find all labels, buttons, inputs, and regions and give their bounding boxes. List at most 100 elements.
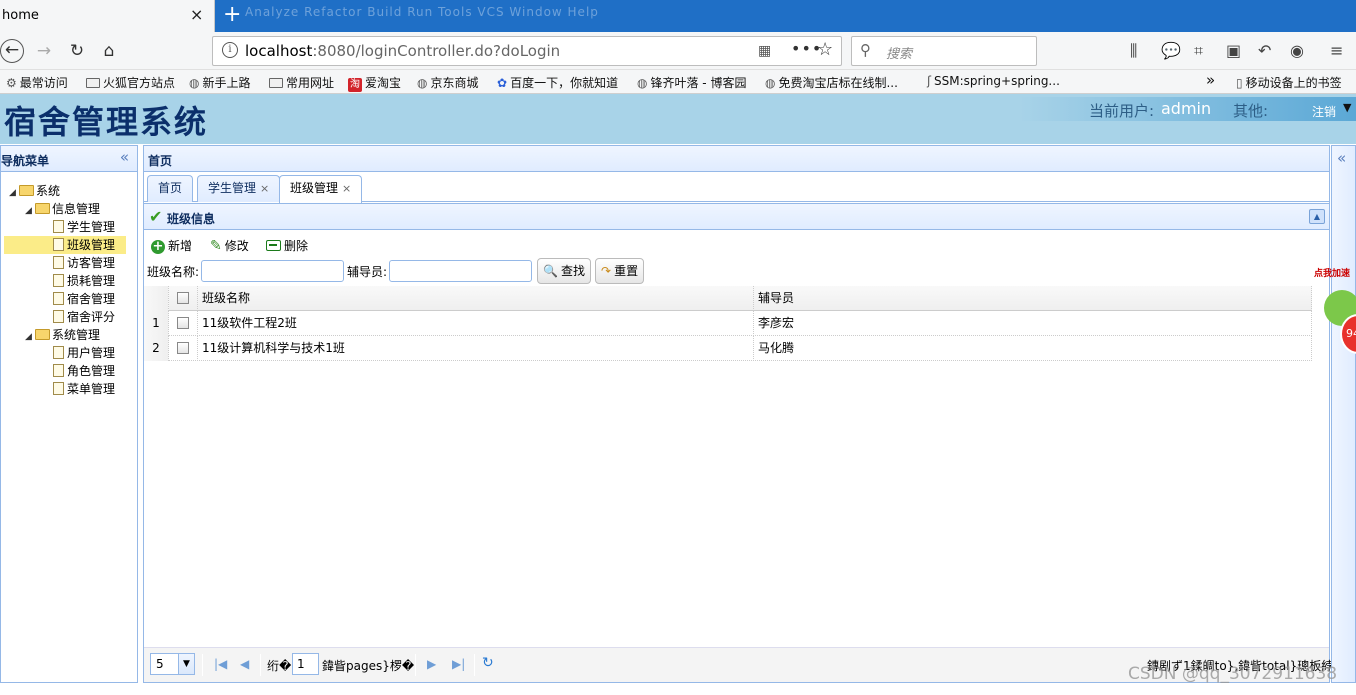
- column-counselor[interactable]: 辅导员: [754, 286, 1312, 311]
- browser-tab-home[interactable]: home ×: [0, 0, 215, 32]
- home-icon[interactable]: ⌂: [96, 38, 122, 64]
- expand-toggle-icon[interactable]: ◢: [9, 184, 19, 202]
- undo-icon[interactable]: ↶: [1258, 41, 1271, 60]
- search-button[interactable]: 🔍 查找: [537, 258, 591, 284]
- speedup-label: 点我加速: [1314, 269, 1351, 279]
- row-checkbox[interactable]: [169, 311, 198, 336]
- expand-toggle-icon[interactable]: ◢: [25, 328, 35, 346]
- tab-home[interactable]: 首页: [147, 175, 194, 202]
- bookmark-most-visited[interactable]: ⚙ 最常访问: [6, 74, 68, 91]
- cell-counselor: 马化腾: [754, 336, 1312, 361]
- close-icon[interactable]: ×: [260, 182, 269, 195]
- more-bookmarks-icon[interactable]: »: [1206, 71, 1215, 89]
- table-row[interactable]: 2 11级计算机科学与技术1班 马化腾: [144, 336, 1312, 361]
- bookmark-taobao[interactable]: 淘爱淘宝: [348, 74, 401, 92]
- page-size-select[interactable]: 5 ▼: [150, 653, 195, 675]
- tree-node-folder[interactable]: ◢ 系统管理: [25, 326, 100, 344]
- tree-node-item[interactable]: 宿舍评分: [53, 308, 115, 326]
- column-class-name[interactable]: 班级名称: [198, 286, 754, 311]
- right-collapsed-panel[interactable]: «: [1331, 145, 1356, 683]
- collapse-left-icon[interactable]: «: [120, 148, 129, 166]
- delete-button[interactable]: 删除: [266, 237, 308, 254]
- caret-down-icon[interactable]: ▼: [178, 654, 194, 674]
- row-checkbox[interactable]: [169, 336, 198, 361]
- pager-separator: [474, 654, 475, 676]
- reset-button[interactable]: ↷ 重置: [595, 258, 645, 284]
- library-icon[interactable]: ⫼: [1130, 41, 1137, 61]
- prev-page-icon[interactable]: ◀: [240, 657, 249, 671]
- first-page-icon[interactable]: |◀: [214, 657, 227, 671]
- bookmark-shop-logo[interactable]: ◍ 免费淘宝店标在线制...: [765, 74, 898, 91]
- file-icon: [53, 238, 64, 251]
- tree-node-item[interactable]: 班级管理: [4, 236, 126, 254]
- folder-icon: [269, 78, 283, 88]
- bookmark-cnblogs[interactable]: ◍ 锋齐叶落 - 博客园: [637, 74, 746, 91]
- reload-icon[interactable]: ↻: [64, 38, 90, 64]
- page-suffix-text: 鍏眥pages}椤�: [322, 659, 415, 673]
- last-page-icon[interactable]: ▶|: [452, 657, 465, 671]
- url-bar[interactable]: i localhost:8080/loginController.do?doLo…: [212, 36, 842, 66]
- bookmark-getting-started[interactable]: ◍ 新手上路: [189, 74, 251, 91]
- bookmarks-bar: ⚙ 最常访问 火狐官方站点 ◍ 新手上路 常用网址 淘爱淘宝 ◍ 京东商城 ✿ 百度一下…: [0, 70, 1356, 94]
- tree-node-item[interactable]: 宿舍管理: [53, 290, 115, 308]
- close-icon[interactable]: ×: [342, 182, 351, 195]
- class-name-input[interactable]: [201, 260, 344, 282]
- bookmark-firefox-site[interactable]: 火狐官方站点: [86, 74, 175, 91]
- folder-icon: [35, 203, 50, 214]
- forward-arrow-icon[interactable]: →: [31, 38, 57, 64]
- logout-link[interactable]: 注销: [1312, 103, 1336, 120]
- tree-node-folder[interactable]: ◢ 系统: [9, 182, 60, 200]
- expand-right-icon[interactable]: «: [1337, 149, 1346, 167]
- close-tab-icon[interactable]: ×: [190, 5, 203, 24]
- add-button[interactable]: + 新增: [151, 237, 192, 254]
- cell-class-name: 11级软件工程2班: [198, 311, 754, 336]
- sidebar-icon[interactable]: ▣: [1226, 41, 1241, 60]
- taobao-icon: 淘: [348, 78, 362, 92]
- tab-class[interactable]: 班级管理 ×: [279, 175, 363, 203]
- new-tab-button[interactable]: +: [223, 2, 241, 28]
- select-all-checkbox[interactable]: [169, 286, 198, 311]
- pager-separator: [260, 654, 261, 676]
- bookmark-jd[interactable]: ◍ 京东商城: [417, 74, 479, 91]
- bookmark-baidu[interactable]: ✿ 百度一下，你就知道: [497, 74, 618, 91]
- url-text[interactable]: localhost:8080/loginController.do?doLogi…: [245, 42, 560, 60]
- refresh-icon[interactable]: ↻: [482, 655, 494, 671]
- csdn-watermark: CSDN @qq_3072911638: [1128, 664, 1338, 684]
- bookmark-mobile[interactable]: ▯ 移动设备上的书签: [1236, 74, 1342, 91]
- folder-icon: [35, 329, 50, 340]
- collapse-panel-icon[interactable]: ▲: [1309, 209, 1325, 224]
- search-input[interactable]: ⚲ 搜索: [851, 36, 1037, 66]
- caret-down-icon[interactable]: ▼: [1343, 101, 1351, 114]
- tree-node-item[interactable]: 角色管理: [53, 362, 115, 380]
- tree-node-item[interactable]: 学生管理: [53, 218, 115, 236]
- expand-toggle-icon[interactable]: ◢: [25, 202, 35, 220]
- menu-icon[interactable]: ≡: [1330, 41, 1343, 60]
- row-number: 1: [144, 311, 169, 336]
- tree-node-item[interactable]: 菜单管理: [53, 380, 115, 398]
- bookmark-star-icon[interactable]: ☆: [817, 39, 833, 60]
- tree-node-item[interactable]: 损耗管理: [53, 272, 115, 290]
- tree-node-label: 访客管理: [67, 256, 116, 270]
- counselor-input[interactable]: [389, 260, 532, 282]
- tree-node-item[interactable]: 访客管理: [53, 254, 115, 272]
- crop-icon[interactable]: ⌗: [1194, 41, 1203, 61]
- check-icon: ✔: [149, 207, 163, 226]
- next-page-icon[interactable]: ▶: [427, 657, 436, 671]
- bookmark-common-sites[interactable]: 常用网址: [269, 74, 334, 91]
- speedup-widget[interactable]: 点我加速 94: [1310, 262, 1356, 372]
- edit-button[interactable]: ✎ 修改: [210, 237, 249, 254]
- tab-student[interactable]: 学生管理 ×: [197, 175, 281, 202]
- tree-node-label: 系统管理: [52, 328, 101, 342]
- qr-code-icon[interactable]: ▦: [758, 43, 771, 59]
- info-icon[interactable]: i: [222, 42, 238, 58]
- tree-node-item[interactable]: 用户管理: [53, 344, 115, 362]
- table-row[interactable]: 1 11级软件工程2班 李彦宏: [144, 311, 1312, 336]
- bookmark-ssm[interactable]: ʃ SSM:spring+spring...: [927, 74, 1060, 88]
- account-icon[interactable]: ◉: [1290, 41, 1304, 60]
- page-number-input[interactable]: 1: [292, 653, 319, 675]
- chat-icon[interactable]: 💬: [1161, 41, 1181, 60]
- app-title: 宿舍管理系统: [4, 103, 209, 141]
- back-arrow-icon[interactable]: ←: [0, 39, 24, 63]
- tree-node-folder[interactable]: ◢ 信息管理: [25, 200, 100, 218]
- s-icon: ʃ: [927, 74, 932, 88]
